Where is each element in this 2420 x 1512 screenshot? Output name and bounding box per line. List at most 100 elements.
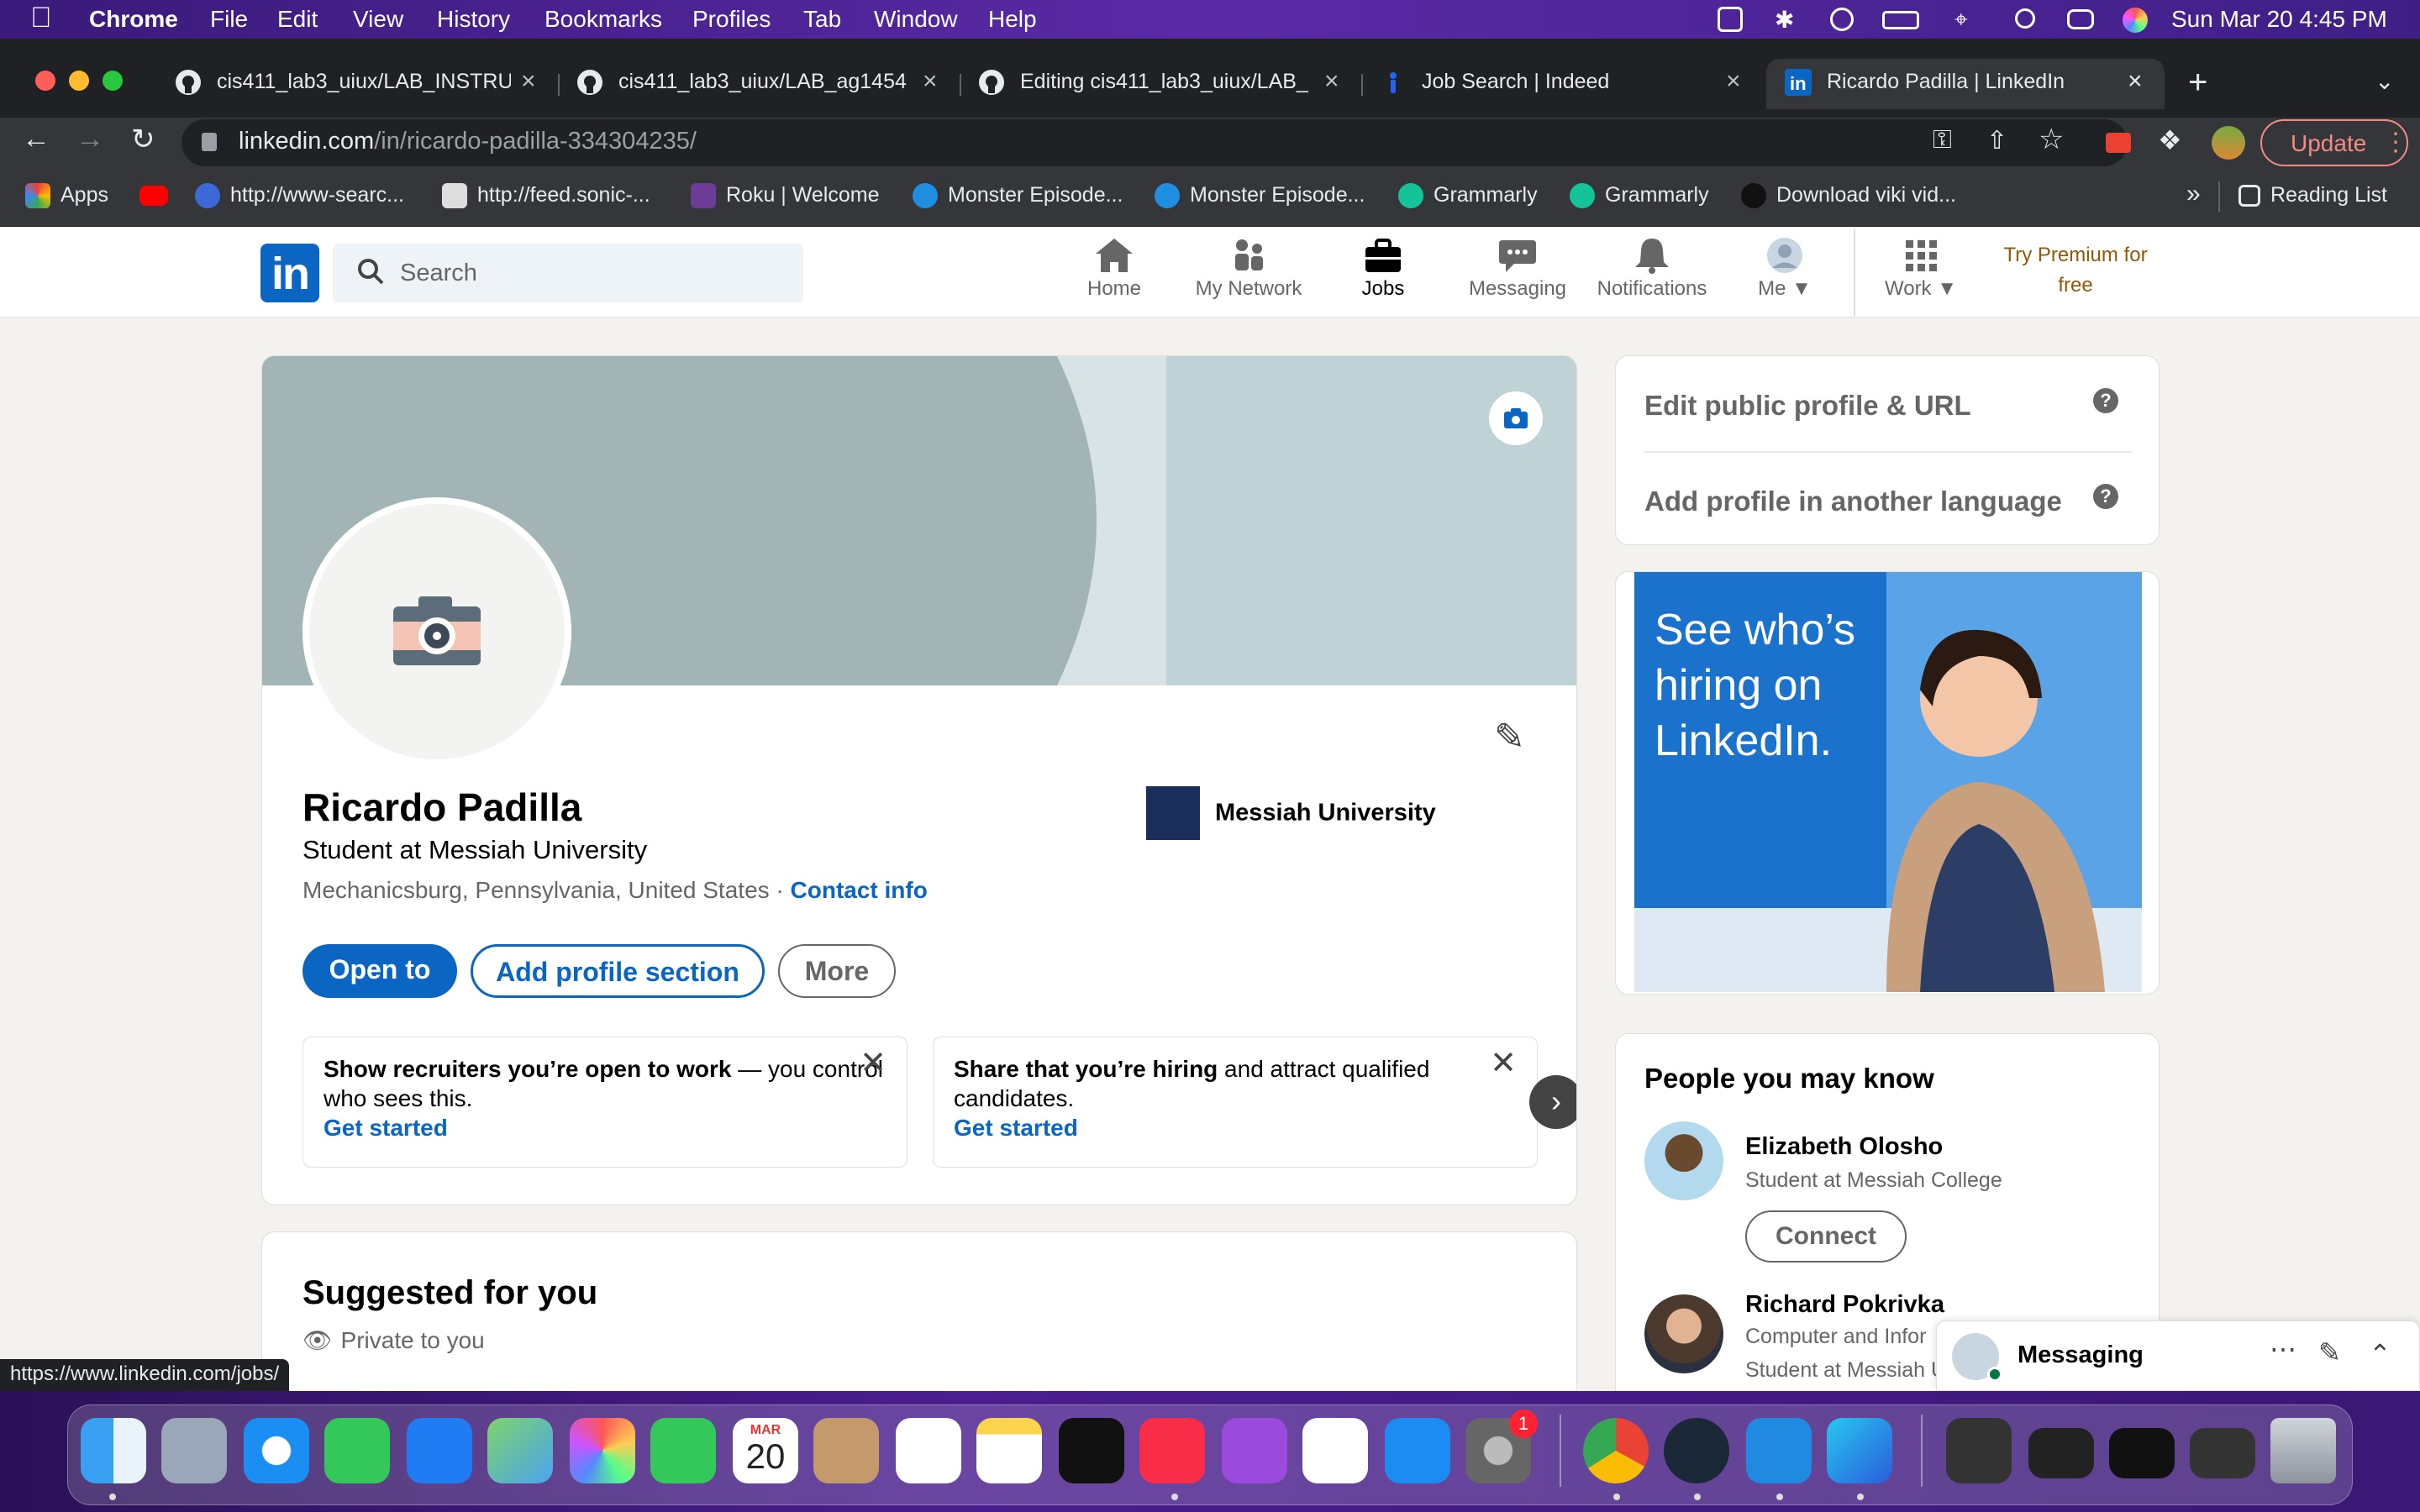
menu-tab[interactable]: Tab <box>803 6 841 33</box>
mail-icon[interactable] <box>407 1418 472 1483</box>
close-tab-icon[interactable]: × <box>2128 67 2143 96</box>
get-started-link[interactable]: Get started <box>324 1113 886 1142</box>
messages-icon[interactable] <box>324 1418 390 1483</box>
messaging-overlay[interactable]: Messaging ⋯ ✎ ⌃ <box>1936 1320 2420 1391</box>
nav-my-network[interactable]: My Network <box>1181 237 1316 312</box>
menu-file[interactable]: File <box>210 6 248 33</box>
add-profile-section-button[interactable]: Add profile section <box>471 944 765 998</box>
education-link[interactable]: Messiah University <box>1146 786 1436 840</box>
bookmark-monster-2[interactable]: Monster Episode... <box>1155 183 1365 209</box>
steam-icon[interactable] <box>1664 1418 1729 1483</box>
lock-icon[interactable] <box>202 133 217 151</box>
chrome-icon[interactable] <box>1583 1418 1649 1483</box>
ad-card[interactable]: See who’s hiring on LinkedIn. <box>1615 571 2160 995</box>
help-icon[interactable]: ? <box>2093 484 2118 509</box>
music-icon[interactable] <box>1139 1418 1205 1483</box>
menu-profiles[interactable]: Profiles <box>692 6 771 33</box>
tab-linkedin-active[interactable]: in Ricardo Padilla | LinkedIn × <box>1766 59 2165 109</box>
nav-jobs[interactable]: Jobs <box>1316 237 1450 312</box>
bookmarks-overflow-icon[interactable]: » <box>2186 180 2201 208</box>
tab-github-1[interactable]: cis411_lab3_uiux/LAB_INSTRU × <box>175 59 553 109</box>
edit-public-profile-link[interactable]: Edit public profile & URL <box>1644 390 1971 422</box>
close-window-button[interactable] <box>35 71 55 91</box>
facetime-icon[interactable] <box>650 1418 716 1483</box>
chevron-up-icon[interactable]: ⌃ <box>2369 1338 2391 1370</box>
linkedin-logo[interactable]: in <box>260 244 319 302</box>
get-started-link[interactable]: Get started <box>954 1113 1517 1142</box>
nav-notifications[interactable]: Notifications <box>1585 237 1719 312</box>
zoom-window-button[interactable] <box>103 71 123 91</box>
nav-home[interactable]: Home <box>1047 237 1181 312</box>
downloads-stack-icon[interactable] <box>1946 1418 2012 1483</box>
menu-edit[interactable]: Edit <box>277 6 318 33</box>
launchpad-icon[interactable] <box>161 1418 227 1483</box>
minimize-window-button[interactable] <box>69 71 89 91</box>
extensions-puzzle-icon[interactable]: ❖ <box>2158 124 2182 156</box>
bookmark-grammarly-1[interactable]: Grammarly <box>1398 183 1538 209</box>
carousel-next-icon[interactable]: › <box>1529 1075 1576 1129</box>
wifi-icon[interactable]: ⌖ <box>1954 6 1968 34</box>
vscode-icon[interactable] <box>1746 1418 1812 1483</box>
bookmark-apps[interactable]: Apps <box>25 183 108 209</box>
tab-search-chevron-icon[interactable]: ⌄ <box>2375 67 2394 95</box>
bookmark-viki[interactable]: Download viki vid... <box>1741 183 1956 209</box>
photos-icon[interactable] <box>570 1418 635 1483</box>
share-icon[interactable]: ⇧ <box>1986 126 2007 155</box>
search-input[interactable]: Search <box>333 244 803 302</box>
person-name[interactable]: Richard Pokrivka <box>1745 1291 1944 1319</box>
try-premium-link[interactable]: Try Premium for free <box>1991 240 2160 301</box>
edit-pencil-icon[interactable]: ✎ <box>1494 716 1525 759</box>
close-tab-icon[interactable]: × <box>1324 67 1339 96</box>
menu-history[interactable]: History <box>437 6 510 33</box>
menu-view[interactable]: View <box>353 6 403 33</box>
reload-icon[interactable]: ↻ <box>131 123 155 156</box>
control-center-icon[interactable] <box>2067 9 2094 29</box>
profile-photo-button[interactable] <box>302 497 571 766</box>
menu-bookmarks[interactable]: Bookmarks <box>544 6 662 33</box>
tab-indeed[interactable]: Job Search | Indeed × <box>1380 59 1758 109</box>
bookmark-roku[interactable]: Roku | Welcome <box>691 183 879 209</box>
webstorm-icon[interactable] <box>1827 1418 1892 1483</box>
forward-icon[interactable]: → <box>76 123 104 155</box>
bookmark-monster-1[interactable]: Monster Episode... <box>913 183 1123 209</box>
profile-avatar[interactable] <box>2212 126 2245 160</box>
tab-github-2[interactable]: cis411_lab3_uiux/LAB_ag1454 × <box>576 59 955 109</box>
nav-work[interactable]: Work ▼ <box>1854 237 1988 312</box>
bluetooth-icon[interactable]: ✱ <box>1775 6 1794 34</box>
minimized-window-icon[interactable] <box>2190 1428 2255 1478</box>
spotlight-icon[interactable] <box>2015 8 2035 29</box>
podcasts-icon[interactable] <box>1222 1418 1287 1483</box>
trash-icon[interactable] <box>2270 1418 2336 1483</box>
menu-help[interactable]: Help <box>988 6 1037 33</box>
open-to-button[interactable]: Open to <box>302 944 457 998</box>
help-icon[interactable]: ? <box>2093 388 2118 413</box>
reminders-icon[interactable] <box>896 1418 961 1483</box>
bookmark-grammarly-2[interactable]: Grammarly <box>1570 183 1709 209</box>
person-name[interactable]: Elizabeth Olosho <box>1745 1133 1943 1161</box>
menu-window[interactable]: Window <box>874 6 958 33</box>
apple-tv-icon[interactable] <box>1059 1418 1124 1483</box>
add-language-profile-link[interactable]: Add profile in another language <box>1644 486 2062 517</box>
contact-info-link[interactable]: Contact info <box>791 877 928 903</box>
contacts-icon[interactable] <box>813 1418 879 1483</box>
address-url[interactable]: linkedin.com/in/ricardo-padilla-33430423… <box>239 128 697 155</box>
edit-banner-button[interactable] <box>1489 391 1543 445</box>
extension-record-icon[interactable] <box>2106 133 2131 153</box>
bookmark-star-icon[interactable]: ☆ <box>2039 123 2064 156</box>
person-avatar[interactable] <box>1644 1121 1723 1200</box>
bookmark-search[interactable]: http://www-searc... <box>195 183 404 209</box>
minimized-window-icon[interactable] <box>2109 1428 2175 1478</box>
news-icon[interactable] <box>1302 1418 1368 1483</box>
menu-app-name[interactable]: Chrome <box>89 6 178 33</box>
reading-list-button[interactable]: Reading List <box>2238 183 2387 207</box>
key-icon[interactable]: ⚿ <box>1933 126 1952 155</box>
person-avatar[interactable] <box>1644 1294 1723 1373</box>
calendar-icon[interactable]: MAR 20 <box>733 1418 798 1483</box>
close-tab-icon[interactable]: × <box>923 67 938 96</box>
close-icon[interactable]: ✕ <box>860 1047 886 1079</box>
menu-clock[interactable]: Sun Mar 20 4:45 PM <box>2171 6 2387 33</box>
nav-messaging[interactable]: Messaging <box>1450 237 1585 312</box>
close-icon[interactable]: ✕ <box>1490 1047 1517 1079</box>
close-tab-icon[interactable]: × <box>521 67 536 96</box>
minimized-window-icon[interactable] <box>2028 1428 2094 1478</box>
